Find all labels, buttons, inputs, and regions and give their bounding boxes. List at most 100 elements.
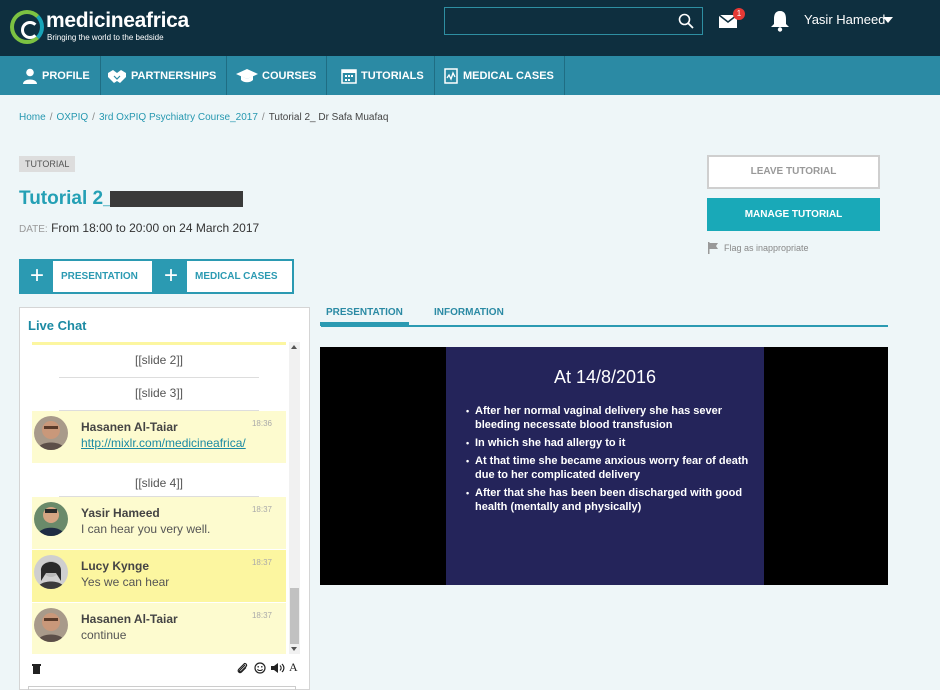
page-title: Tutorial 2_	[19, 188, 114, 209]
leave-tutorial-button[interactable]: LEAVE TUTORIAL	[707, 155, 880, 189]
chat-author: Hasanen Al-Taiar	[81, 612, 178, 626]
flag-inappropriate-link[interactable]: Flag as inappropriate	[707, 242, 809, 254]
caret-down-icon[interactable]	[883, 17, 893, 23]
main-nav: PROFILE PARTNERSHIPS COURSES TUTORIALS M…	[0, 56, 940, 95]
nav-label: MEDICAL CASES	[463, 69, 554, 82]
chat-author: Yasir Hameed	[81, 506, 160, 520]
nav-medical-cases[interactable]: MEDICAL CASES	[433, 56, 565, 95]
tab-presentation[interactable]: PRESENTATION	[320, 307, 409, 326]
tab-information[interactable]: INFORMATION	[434, 307, 504, 318]
breadcrumb-current: Tutorial 2_ Dr Safa Muafaq	[268, 112, 389, 123]
plus-icon: +	[21, 261, 53, 292]
content-tabs: PRESENTATION INFORMATION	[320, 303, 888, 327]
mail-count-badge: 1	[733, 8, 745, 20]
search-input[interactable]	[444, 7, 703, 35]
flag-label: Flag as inappropriate	[724, 243, 809, 253]
person-icon	[23, 68, 37, 84]
chat-slide-marker: [[slide 2]]	[32, 345, 286, 378]
search-icon[interactable]	[678, 13, 694, 29]
chat-message: Yasir Hameed 18:37 I can hear you very w…	[32, 497, 286, 549]
chat-text: I can hear you very well.	[81, 522, 211, 536]
font-size-icon[interactable]: A	[289, 660, 298, 675]
chat-slide-text: [[slide 3]]	[59, 378, 259, 411]
chat-toolbar: A	[30, 660, 300, 678]
date-value: From 18:00 to 20:00 on 24 March 2017	[51, 221, 260, 235]
nav-label: COURSES	[262, 69, 317, 82]
graduation-cap-icon	[236, 68, 258, 82]
brand-name: medicineafrica	[46, 9, 189, 32]
nav-tutorials[interactable]: TUTORIALS	[331, 56, 435, 95]
nav-partnerships[interactable]: PARTNERSHIPS	[97, 56, 228, 95]
chat-slide-marker: [[slide 4]]	[32, 463, 286, 497]
calendar-icon	[341, 68, 357, 84]
chat-message-input[interactable]	[28, 686, 296, 690]
add-presentation-label: PRESENTATION	[61, 271, 138, 282]
avatar	[34, 416, 68, 450]
plus-icon: +	[155, 261, 187, 292]
chat-text: continue	[81, 628, 127, 642]
breadcrumb: Home / OXPIQ/3rd OxPIQ Psychiatry Course_2…	[19, 112, 389, 123]
redacted-block	[110, 191, 243, 207]
live-chat-title: Live Chat	[28, 318, 87, 333]
chat-message: Lucy Kynge 18:37 Yes we can hear	[32, 550, 286, 602]
chat-message: Hasanen Al-Taiar 18:36 http://mixlr.com/…	[32, 411, 286, 463]
avatar	[34, 555, 68, 589]
avatar	[34, 502, 68, 536]
chat-time: 18:37	[251, 505, 272, 514]
user-menu-name[interactable]: Yasir Hameed	[804, 12, 885, 27]
scroll-up-icon[interactable]	[291, 345, 297, 349]
presentation-viewer[interactable]: At 14/8/2016 After her normal vaginal de…	[320, 347, 888, 585]
chat-slide-text: [[slide 4]]	[59, 463, 259, 497]
slide-bullet: After her normal vaginal delivery she ha…	[466, 404, 756, 432]
chat-text: Yes we can hear	[81, 575, 170, 589]
chat-author: Hasanen Al-Taiar	[81, 420, 178, 434]
add-presentation-button[interactable]: + PRESENTATION	[19, 259, 154, 294]
chat-link[interactable]: http://mixlr.com/medicineafrica/	[81, 436, 246, 450]
chat-time: 18:36	[251, 419, 272, 428]
nav-label: PROFILE	[42, 69, 90, 82]
bell-icon[interactable]	[770, 10, 790, 32]
nav-label: TUTORIALS	[361, 69, 424, 82]
chat-author: Lucy Kynge	[81, 559, 150, 573]
nav-label: PARTNERSHIPS	[131, 69, 217, 82]
paperclip-icon[interactable]	[236, 662, 248, 675]
slide-bullet: At that time she became anxious worry fe…	[466, 454, 756, 482]
medical-chart-icon	[444, 67, 458, 84]
date-label: DATE:	[19, 224, 48, 235]
tutorial-type-badge: TUTORIAL	[19, 156, 76, 172]
top-header: medicineafrica Bringing the world to the…	[0, 0, 940, 56]
slide-title: At 14/8/2016	[553, 367, 657, 387]
nav-courses[interactable]: COURSES	[226, 56, 328, 95]
scrollbar-thumb[interactable]	[290, 588, 299, 644]
breadcrumb-course[interactable]: 3rd OxPIQ Psychiatry Course_2017	[99, 112, 258, 123]
presentation-slide: At 14/8/2016 After her normal vaginal de…	[446, 347, 764, 585]
slide-bullet: In which she had allergy to it	[466, 436, 756, 450]
nav-profile[interactable]: PROFILE	[12, 56, 101, 95]
slide-bullets: After her normal vaginal delivery she ha…	[466, 404, 756, 518]
chat-messages[interactable]: [[slide 2]] [[slide 3]] Hasanen Al-Taiar…	[32, 342, 286, 654]
tutorial-date: DATE: From 18:00 to 20:00 on 24 March 20…	[19, 221, 259, 235]
chat-slide-text: [[slide 2]]	[59, 345, 259, 378]
chat-time: 18:37	[251, 558, 272, 567]
brand-logo[interactable]: medicineafrica Bringing the world to the…	[10, 8, 200, 48]
chat-scrollbar[interactable]	[289, 342, 300, 654]
chat-time: 18:37	[251, 611, 272, 620]
scroll-down-icon[interactable]	[291, 647, 297, 651]
chat-slide-marker: [[slide 3]]	[32, 378, 286, 411]
emoji-icon[interactable]	[254, 662, 266, 674]
speaker-icon[interactable]	[271, 662, 285, 674]
avatar	[34, 608, 68, 642]
slide-bullet: After that she has been been discharged …	[466, 486, 756, 514]
breadcrumb-oxpiq[interactable]: OXPIQ	[56, 112, 88, 123]
logo-mark-icon	[10, 10, 44, 44]
add-medical-cases-button[interactable]: + MEDICAL CASES	[153, 259, 294, 294]
add-medical-cases-label: MEDICAL CASES	[195, 271, 278, 282]
breadcrumb-home[interactable]: Home	[19, 112, 46, 123]
brand-tagline: Bringing the world to the bedside	[47, 33, 164, 42]
chat-message: Hasanen Al-Taiar 18:37 continue	[32, 603, 286, 654]
trash-icon[interactable]	[32, 663, 41, 674]
live-chat-panel: Live Chat [[slide 2]] [[slide 3]] Hasane…	[19, 307, 310, 690]
flag-icon	[708, 242, 718, 254]
manage-tutorial-button[interactable]: MANAGE TUTORIAL	[707, 198, 880, 231]
handshake-icon	[108, 69, 126, 83]
